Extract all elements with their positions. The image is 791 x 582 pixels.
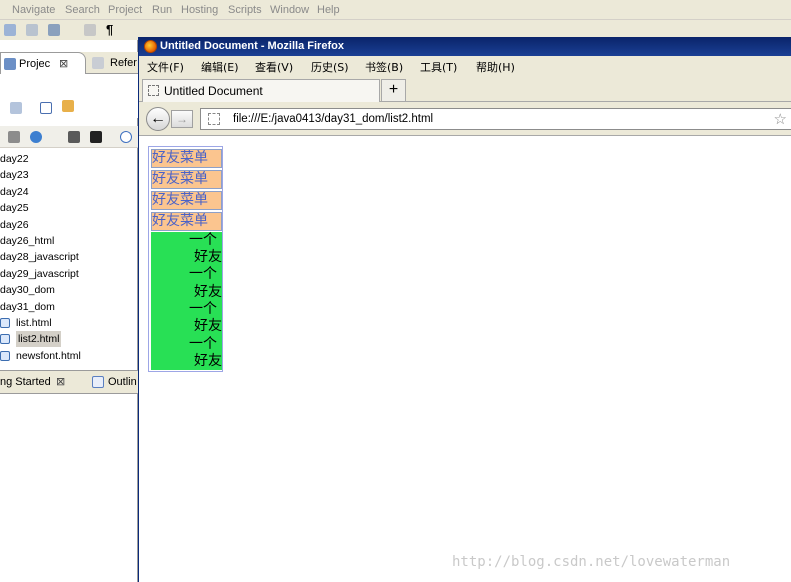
window-title: Untitled Document - Mozilla Firefox [160, 40, 344, 52]
friend-menu-title[interactable]: 好友菜单 [151, 149, 222, 168]
sync-icon[interactable] [62, 100, 74, 112]
html-file-icon [0, 334, 10, 344]
tree-item-label: day29_javascript [0, 268, 79, 280]
firefox-menubar: 文件(F) 编辑(E) 查看(V) 历史(S) 书签(B) 工具(T) 帮助(H… [139, 56, 791, 76]
collapse-icon[interactable] [10, 102, 22, 114]
menu-scripts[interactable]: Scripts [228, 4, 262, 16]
tree-item-label: day26_html [0, 235, 55, 247]
new-tab-button[interactable]: + [381, 79, 406, 101]
tab-getting-started[interactable]: ng Started [0, 376, 51, 388]
reference-icon [92, 57, 104, 69]
tree-item-label: day26 [0, 219, 29, 231]
tab-project-explorer[interactable]: Projec ⊠ [0, 52, 86, 74]
window-titlebar: Untitled Document - Mozilla Firefox [139, 37, 791, 56]
forward-button[interactable]: → [171, 110, 193, 128]
html-file-icon [0, 318, 10, 328]
menu-edit[interactable]: 编辑(E) [201, 59, 239, 75]
link-icon[interactable] [40, 102, 52, 114]
url-text: file:///E:/java0413/day31_dom/list2.html [233, 113, 434, 125]
menu-history[interactable]: 历史(S) [311, 59, 349, 75]
tree-item-label: day28_javascript [0, 251, 79, 263]
menu-tools[interactable]: 工具(T) [420, 59, 457, 75]
globe-icon[interactable] [30, 131, 42, 143]
menu-view[interactable]: 查看(V) [255, 59, 293, 75]
tree-item-label: day31_dom [0, 301, 55, 313]
firefox-window: Untitled Document - Mozilla Firefox 文件(F… [138, 37, 791, 582]
html-file-icon [0, 351, 10, 361]
friend-items-panel: 一个 好友 一个 好友 一个 好友 一个 好友 [151, 232, 222, 370]
tab-project-label: Projec [19, 58, 51, 70]
menu-bookmarks[interactable]: 书签(B) [365, 59, 403, 75]
tree-item-label: day22 [0, 153, 29, 165]
page-content: 好友菜单 好友菜单 好友菜单 好友菜单 一个 好友 一个 好友 一个 好友 一个… [139, 137, 791, 582]
menu-project[interactable]: Project [108, 4, 142, 16]
site-identity-icon[interactable] [208, 113, 220, 125]
tree-item-label: list2.html [16, 331, 62, 347]
project-explorer-panel: Projec ⊠ Refer day22 day23 day24 day25 d… [0, 40, 138, 582]
eclipse-menubar: Navigate Search Project Run Hosting Scri… [0, 0, 791, 20]
friend-menu-title[interactable]: 好友菜单 [151, 191, 222, 210]
friend-item: 好友 [194, 318, 222, 334]
navigation-bar: ← → file:///E:/java0413/day31_dom/list2.… [139, 102, 791, 136]
menu-navigate[interactable]: Navigate [12, 4, 55, 16]
save-all-icon[interactable] [26, 24, 38, 36]
tab-untitled-document[interactable]: Untitled Document [142, 79, 380, 102]
close-icon[interactable]: ⊠ [56, 375, 65, 388]
url-bar[interactable]: file:///E:/java0413/day31_dom/list2.html… [200, 108, 791, 130]
tree-item-label: day24 [0, 186, 29, 198]
friend-item: 一个 [189, 301, 217, 317]
pilcrow-icon[interactable]: ¶ [106, 22, 118, 37]
project-toolbar [0, 74, 138, 118]
menu-run[interactable]: Run [152, 4, 172, 16]
tab-strip: Untitled Document + [139, 76, 791, 102]
friend-item: 一个 [189, 336, 217, 352]
menu-search[interactable]: Search [65, 4, 100, 16]
tree-item-label: day30_dom [0, 284, 55, 296]
friend-menu-title[interactable]: 好友菜单 [151, 212, 222, 231]
friend-item: 好友 [194, 353, 222, 369]
friend-item: 一个 [189, 266, 217, 282]
watermark: http://blog.csdn.net/lovewaterman [452, 554, 731, 570]
menu-hosting[interactable]: Hosting [181, 4, 218, 16]
menu-file[interactable]: 文件(F) [147, 59, 184, 75]
friend-item: 好友 [194, 284, 222, 300]
close-icon[interactable]: ⊠ [59, 57, 68, 70]
menu-window[interactable]: Window [270, 4, 309, 16]
save-icon[interactable] [4, 24, 16, 36]
friend-menu-title[interactable]: 好友菜单 [151, 170, 222, 189]
console-icon[interactable] [90, 131, 102, 143]
tree-item-label: newsfont.html [16, 350, 81, 362]
server-icon[interactable] [68, 131, 80, 143]
project-icon [4, 58, 16, 70]
page-icon [148, 85, 159, 96]
friend-item: 好友 [194, 249, 222, 265]
down-arrow-icon[interactable] [8, 131, 20, 143]
back-button[interactable]: ← [146, 107, 170, 131]
menu-help[interactable]: 帮助(H) [476, 59, 515, 75]
help-icon[interactable] [120, 131, 132, 143]
tree-item-label: day25 [0, 202, 29, 214]
print-icon[interactable] [48, 24, 60, 36]
bottom-tabs: ng Started ⊠ Outlin [0, 370, 138, 394]
project-tabs: Projec ⊠ Refer [0, 52, 138, 74]
bookmark-star-icon[interactable]: ☆ [774, 110, 787, 128]
tab-outline[interactable]: Outlin [108, 376, 137, 388]
tab-title: Untitled Document [164, 84, 263, 98]
tree-item-label: day23 [0, 169, 29, 181]
tab-reference-label: Refer [110, 57, 137, 69]
secondary-toolbar [0, 126, 138, 148]
friend-list-container: 好友菜单 好友菜单 好友菜单 好友菜单 一个 好友 一个 好友 一个 好友 一个… [148, 146, 223, 372]
menu-help[interactable]: Help [317, 4, 340, 16]
tree-item-label: list.html [16, 317, 52, 329]
firefox-logo-icon [144, 40, 157, 53]
friend-item: 一个 [189, 232, 217, 248]
outline-icon [92, 376, 104, 388]
toggle-icon[interactable] [84, 24, 96, 36]
